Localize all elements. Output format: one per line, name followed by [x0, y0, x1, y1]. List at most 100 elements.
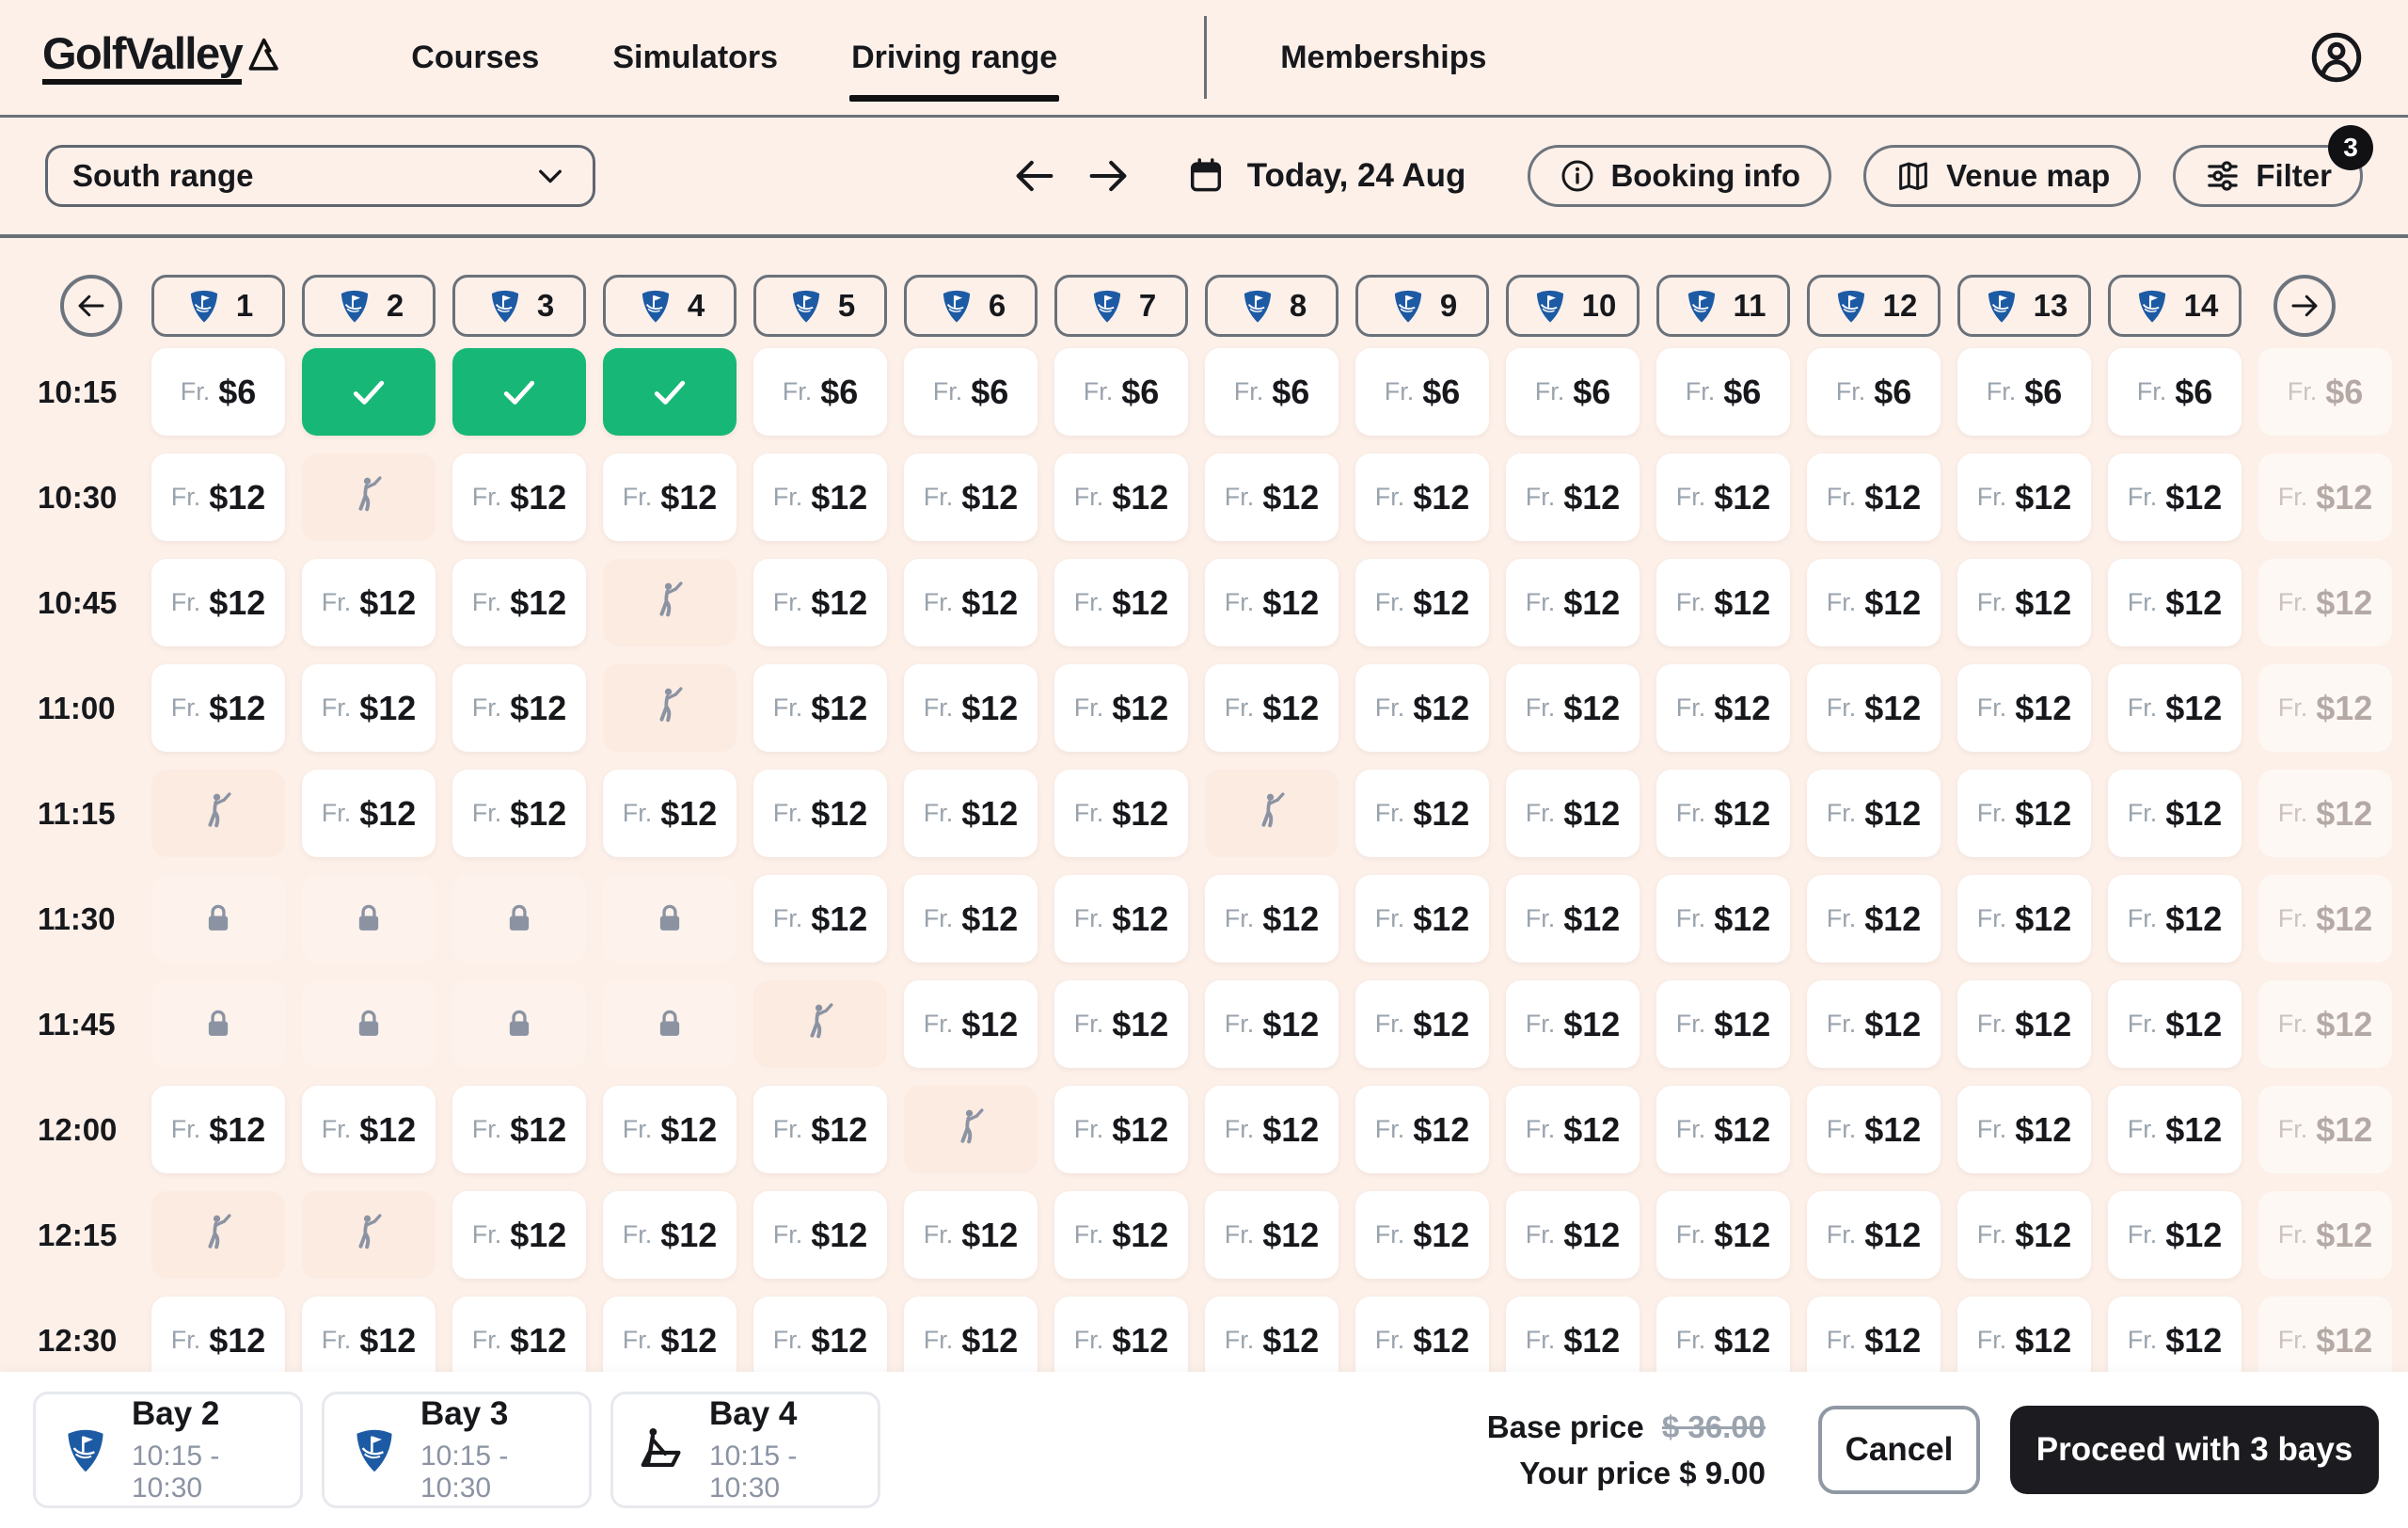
- slot-bay3-10:30[interactable]: Fr.$12: [452, 454, 586, 541]
- slot-bay1-12:00[interactable]: Fr.$12: [151, 1086, 285, 1173]
- profile-icon[interactable]: [2307, 28, 2366, 87]
- slot-bay5-11:00[interactable]: Fr.$12: [753, 664, 887, 752]
- slot-bay9-10:15[interactable]: Fr.$6: [1355, 348, 1489, 436]
- slot-bay1-11:00[interactable]: Fr.$12: [151, 664, 285, 752]
- slot-bay9-11:30[interactable]: Fr.$12: [1355, 875, 1489, 963]
- slot-bay13-11:45[interactable]: Fr.$12: [1957, 980, 2091, 1068]
- slot-bay9-12:30[interactable]: Fr.$12: [1355, 1297, 1489, 1372]
- slot-bay11-12:30[interactable]: Fr.$12: [1656, 1297, 1790, 1372]
- slot-bay10-12:15[interactable]: Fr.$12: [1506, 1191, 1640, 1279]
- slot-bay2-11:15[interactable]: Fr.$12: [302, 770, 436, 857]
- date-picker[interactable]: Today, 24 Aug: [1185, 155, 1466, 197]
- slot-bay12-11:15[interactable]: Fr.$12: [1807, 770, 1941, 857]
- slot-bay14-11:00[interactable]: Fr.$12: [2108, 664, 2242, 752]
- slot-bay4-12:30[interactable]: Fr.$12: [603, 1297, 737, 1372]
- slot-bay13-12:00[interactable]: Fr.$12: [1957, 1086, 2091, 1173]
- slot-bay14-10:30[interactable]: Fr.$12: [2108, 454, 2242, 541]
- slot-bay12-10:45[interactable]: Fr.$12: [1807, 559, 1941, 646]
- slot-bay8-11:45[interactable]: Fr.$12: [1205, 980, 1339, 1068]
- selection-card-bay-4[interactable]: Bay 4 10:15 - 10:30: [610, 1392, 880, 1508]
- slot-bay13-12:15[interactable]: Fr.$12: [1957, 1191, 2091, 1279]
- slot-bay8-12:15[interactable]: Fr.$12: [1205, 1191, 1339, 1279]
- bay-header-2[interactable]: 2: [302, 275, 436, 337]
- prev-day-arrow-icon[interactable]: [1010, 151, 1059, 200]
- slot-bay2-12:30[interactable]: Fr.$12: [302, 1297, 436, 1372]
- filter-button[interactable]: Filter 3: [2173, 145, 2363, 207]
- slot-bay11-12:00[interactable]: Fr.$12: [1656, 1086, 1790, 1173]
- slot-bay3-10:15-selected[interactable]: [452, 348, 586, 436]
- slot-bay9-12:15[interactable]: Fr.$12: [1355, 1191, 1489, 1279]
- bay-header-1[interactable]: 1: [151, 275, 285, 337]
- slot-bay8-11:30[interactable]: Fr.$12: [1205, 875, 1339, 963]
- bay-header-4[interactable]: 4: [603, 275, 737, 337]
- bay-header-13[interactable]: 13: [1957, 275, 2091, 337]
- slot-bay5-11:30[interactable]: Fr.$12: [753, 875, 887, 963]
- slot-bay7-11:00[interactable]: Fr.$12: [1054, 664, 1188, 752]
- slot-bay9-11:45[interactable]: Fr.$12: [1355, 980, 1489, 1068]
- brand-logo[interactable]: GolfValley: [42, 30, 289, 85]
- slot-bay11-12:15[interactable]: Fr.$12: [1656, 1191, 1790, 1279]
- slot-bay5-11:15[interactable]: Fr.$12: [753, 770, 887, 857]
- slot-bay14-11:45[interactable]: Fr.$12: [2108, 980, 2242, 1068]
- slot-bay10-11:15[interactable]: Fr.$12: [1506, 770, 1640, 857]
- slot-bay8-12:00[interactable]: Fr.$12: [1205, 1086, 1339, 1173]
- slot-bay12-11:00[interactable]: Fr.$12: [1807, 664, 1941, 752]
- bay-header-6[interactable]: 6: [904, 275, 1038, 337]
- slot-bay13-11:00[interactable]: Fr.$12: [1957, 664, 2091, 752]
- bay-header-8[interactable]: 8: [1205, 275, 1339, 337]
- bay-header-5[interactable]: 5: [753, 275, 887, 337]
- slot-bay10-11:45[interactable]: Fr.$12: [1506, 980, 1640, 1068]
- slot-bay9-10:30[interactable]: Fr.$12: [1355, 454, 1489, 541]
- slot-bay2-11:00[interactable]: Fr.$12: [302, 664, 436, 752]
- slot-bay12-12:30[interactable]: Fr.$12: [1807, 1297, 1941, 1372]
- slot-bay6-10:30[interactable]: Fr.$12: [904, 454, 1038, 541]
- slot-bay3-12:15[interactable]: Fr.$12: [452, 1191, 586, 1279]
- slot-bay14-10:45[interactable]: Fr.$12: [2108, 559, 2242, 646]
- slot-bay8-10:30[interactable]: Fr.$12: [1205, 454, 1339, 541]
- next-day-arrow-icon[interactable]: [1084, 151, 1133, 200]
- slot-bay14-12:00[interactable]: Fr.$12: [2108, 1086, 2242, 1173]
- slot-bay9-11:00[interactable]: Fr.$12: [1355, 664, 1489, 752]
- slot-bay10-11:00[interactable]: Fr.$12: [1506, 664, 1640, 752]
- slot-bay5-12:30[interactable]: Fr.$12: [753, 1297, 887, 1372]
- slot-bay7-12:30[interactable]: Fr.$12: [1054, 1297, 1188, 1372]
- slot-bay11-10:30[interactable]: Fr.$12: [1656, 454, 1790, 541]
- slot-bay7-11:45[interactable]: Fr.$12: [1054, 980, 1188, 1068]
- slot-bay3-11:00[interactable]: Fr.$12: [452, 664, 586, 752]
- slot-bay5-10:15[interactable]: Fr.$6: [753, 348, 887, 436]
- slot-bay7-10:30[interactable]: Fr.$12: [1054, 454, 1188, 541]
- nav-item-memberships[interactable]: Memberships: [1280, 40, 1486, 76]
- slot-bay12-10:15[interactable]: Fr.$6: [1807, 348, 1941, 436]
- slot-bay3-12:30[interactable]: Fr.$12: [452, 1297, 586, 1372]
- selection-card-bay-2[interactable]: Bay 2 10:15 - 10:30: [33, 1392, 303, 1508]
- slot-bay9-11:15[interactable]: Fr.$12: [1355, 770, 1489, 857]
- slot-bay1-10:30[interactable]: Fr.$12: [151, 454, 285, 541]
- slot-bay1-10:15[interactable]: Fr.$6: [151, 348, 285, 436]
- slot-bay3-10:45[interactable]: Fr.$12: [452, 559, 586, 646]
- slot-bay6-11:30[interactable]: Fr.$12: [904, 875, 1038, 963]
- slot-bay11-11:00[interactable]: Fr.$12: [1656, 664, 1790, 752]
- bay-header-9[interactable]: 9: [1355, 275, 1489, 337]
- slot-bay4-12:00[interactable]: Fr.$12: [603, 1086, 737, 1173]
- slot-bay2-10:15-selected[interactable]: [302, 348, 436, 436]
- slot-bay11-11:30[interactable]: Fr.$12: [1656, 875, 1790, 963]
- slot-bay12-11:30[interactable]: Fr.$12: [1807, 875, 1941, 963]
- nav-item-simulators[interactable]: Simulators: [612, 40, 778, 76]
- venue-map-button[interactable]: Venue map: [1863, 145, 2141, 207]
- slot-bay10-11:30[interactable]: Fr.$12: [1506, 875, 1640, 963]
- slot-bay2-12:00[interactable]: Fr.$12: [302, 1086, 436, 1173]
- slot-bay1-10:45[interactable]: Fr.$12: [151, 559, 285, 646]
- bay-header-3[interactable]: 3: [452, 275, 586, 337]
- slot-bay3-12:00[interactable]: Fr.$12: [452, 1086, 586, 1173]
- slot-bay9-10:45[interactable]: Fr.$12: [1355, 559, 1489, 646]
- slot-bay4-10:30[interactable]: Fr.$12: [603, 454, 737, 541]
- slot-bay13-10:15[interactable]: Fr.$6: [1957, 348, 2091, 436]
- slot-bay10-10:30[interactable]: Fr.$12: [1506, 454, 1640, 541]
- slot-bay6-12:15[interactable]: Fr.$12: [904, 1191, 1038, 1279]
- slot-bay9-12:00[interactable]: Fr.$12: [1355, 1086, 1489, 1173]
- bay-header-12[interactable]: 12: [1807, 275, 1941, 337]
- nav-item-courses[interactable]: Courses: [411, 40, 539, 76]
- slot-bay5-12:00[interactable]: Fr.$12: [753, 1086, 887, 1173]
- slot-bay14-10:15[interactable]: Fr.$6: [2108, 348, 2242, 436]
- slot-bay4-10:15-selected[interactable]: [603, 348, 737, 436]
